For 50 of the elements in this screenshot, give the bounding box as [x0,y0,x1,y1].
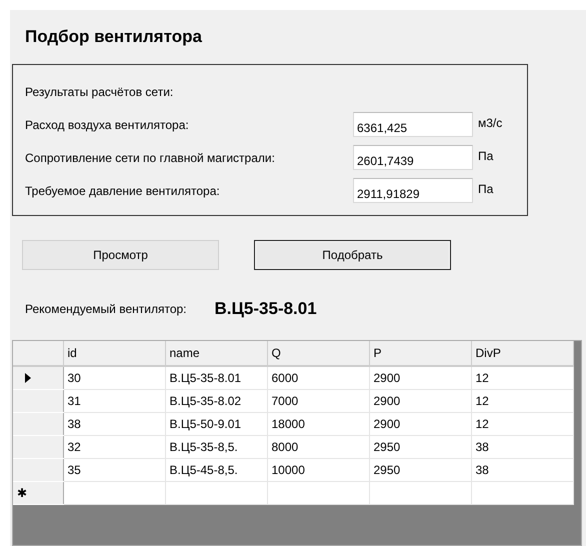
table-cell: 30 [63,366,165,389]
table-cell: 7000 [267,389,369,412]
table-cell: 32 [63,435,165,458]
table-cell: 8000 [267,435,369,458]
table-cell: 12 [471,366,573,389]
table-cell: 12 [471,412,573,435]
unit-label: м3/с [478,115,502,132]
table-cell: В.Ц5-35-8.02 [165,389,267,412]
table-cell: В.Ц5-45-8,5. [165,458,267,481]
table-cell: 2900 [369,366,471,389]
action-button[interactable]: Подобрать [254,240,451,270]
table-cell: В.Ц5-35-8,5. [165,435,267,458]
recommended-label: Рекомендуемый вентилятор: [25,301,186,318]
column-header[interactable]: DivP [471,341,573,366]
table-cell: 2950 [369,458,471,481]
row-header-corner [13,341,63,366]
table-cell: 38 [63,412,165,435]
table-cell: В.Ц5-50-9.01 [165,412,267,435]
form-title: Подбор вентилятора [24,26,203,48]
table-cell: 10000 [267,458,369,481]
field-label: Сопротивление сети по главной магистрали: [25,150,276,166]
row-header[interactable] [13,366,63,389]
field-label: Требуемое давление вентилятора: [25,182,221,200]
unit-label: Па [478,181,494,198]
current-row-icon [25,372,31,383]
unit-label: Па [478,148,494,165]
table-cell: 2950 [369,435,471,458]
column-header[interactable]: P [369,341,471,366]
column-header[interactable]: id [63,341,165,366]
table-cell: 2900 [369,389,471,412]
field-label: Расход воздуха вентилятора: [25,116,190,134]
input-field[interactable]: 2601,7439 [353,145,473,170]
table-cell: 31 [63,389,165,412]
column-header[interactable]: name [165,341,267,366]
table-cell: 12 [471,389,573,412]
table-cell: 38 [471,458,573,481]
table-cell: 6000 [267,366,369,389]
table-cell: 2900 [369,412,471,435]
table-cell: 35 [63,458,165,481]
new-row-marker: ✱ [17,486,27,500]
group-caption: Результаты расчётов сети: [25,84,174,100]
table-cell: В.Ц5-35-8.01 [165,366,267,389]
input-field[interactable]: 6361,425 [353,112,473,137]
input-field[interactable]: 2911,91829 [353,178,473,203]
row-header[interactable]: ✱ [13,481,63,504]
table-cell: 18000 [267,412,369,435]
column-header[interactable]: Q [267,341,369,366]
table-cell: 38 [471,435,573,458]
recommended-value: В.Ц5-35-8.01 [214,298,317,320]
action-button[interactable]: Просмотр [22,240,219,270]
